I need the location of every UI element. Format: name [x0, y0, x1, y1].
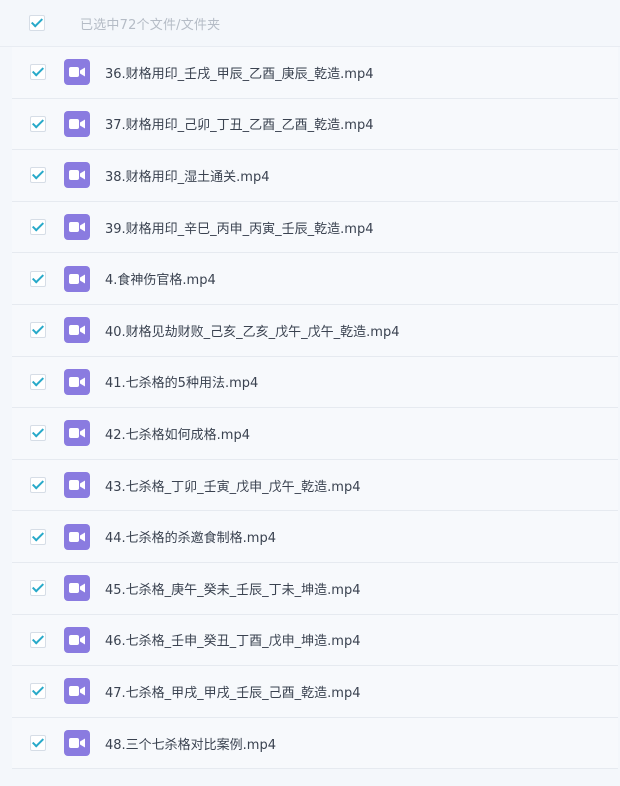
file-name[interactable]: 43.七杀格_丁卯_壬寅_戊申_戊午_乾造.mp4 [105, 476, 361, 495]
file-row[interactable]: 37.财格用印_己卯_丁丑_乙酉_乙酉_乾造.mp4 [12, 98, 618, 151]
video-file-icon [64, 265, 90, 292]
file-checkbox[interactable] [30, 270, 46, 287]
file-row[interactable]: 44.七杀格的杀邀食制格.mp4 [12, 511, 618, 563]
file-name[interactable]: 36.财格用印_壬戌_甲辰_乙酉_庚辰_乾造.mp4 [105, 63, 374, 82]
file-name[interactable]: 38.财格用印_湿土通关.mp4 [105, 166, 270, 185]
selection-header: 已选中72个文件/文件夹 [0, 0, 620, 47]
file-row[interactable]: 42.七杀格如何成格.mp4 [12, 408, 618, 460]
file-list: 36.财格用印_壬戌_甲辰_乙酉_庚辰_乾造.mp4 37.财格用印_己卯_丁丑_… [12, 47, 618, 770]
file-list-panel: 已选中72个文件/文件夹 36.财格用印_壬戌_甲辰_乙酉_庚辰_乾造.mp4 3… [0, 0, 620, 786]
video-file-icon [64, 368, 90, 395]
video-file-icon [64, 575, 90, 602]
video-file-icon [64, 162, 90, 189]
video-file-icon [64, 110, 90, 137]
file-checkbox[interactable] [30, 219, 46, 236]
video-file-icon [64, 730, 90, 757]
file-name[interactable]: 48.三个七杀格对比案例.mp4 [105, 734, 276, 753]
file-checkbox[interactable] [30, 115, 46, 132]
file-checkbox[interactable] [30, 477, 46, 494]
file-checkbox[interactable] [30, 322, 46, 339]
file-name[interactable]: 39.财格用印_辛巳_丙申_丙寅_壬辰_乾造.mp4 [105, 218, 374, 237]
video-file-icon [64, 214, 90, 241]
video-file-icon [64, 59, 90, 86]
video-file-icon [64, 317, 90, 344]
file-row[interactable]: 38.财格用印_湿土通关.mp4 [12, 150, 618, 202]
file-checkbox[interactable] [30, 64, 46, 81]
video-file-icon [64, 420, 90, 447]
file-row[interactable]: 47.七杀格_甲戌_甲戌_壬辰_己酉_乾造.mp4 [12, 666, 618, 718]
selection-count-text: 已选中72个文件/文件夹 [80, 17, 221, 33]
file-row[interactable]: 46.七杀格_壬申_癸丑_丁酉_戊申_坤造.mp4 [12, 614, 618, 667]
file-row[interactable]: 36.财格用印_壬戌_甲辰_乙酉_庚辰_乾造.mp4 [12, 47, 618, 99]
file-name[interactable]: 46.七杀格_壬申_癸丑_丁酉_戊申_坤造.mp4 [105, 630, 361, 649]
file-name[interactable]: 37.财格用印_己卯_丁丑_乙酉_乙酉_乾造.mp4 [105, 114, 374, 133]
select-all-checkbox[interactable] [29, 15, 45, 31]
file-name[interactable]: 44.七杀格的杀邀食制格.mp4 [105, 527, 276, 546]
file-name[interactable]: 42.七杀格如何成格.mp4 [105, 424, 250, 443]
file-checkbox[interactable] [30, 580, 46, 597]
file-row[interactable]: 39.财格用印_辛巳_丙申_丙寅_壬辰_乾造.mp4 [12, 201, 618, 254]
file-checkbox[interactable] [30, 528, 46, 545]
file-row[interactable]: 45.七杀格_庚午_癸未_壬辰_丁未_坤造.mp4 [12, 562, 618, 615]
file-checkbox[interactable] [30, 373, 46, 390]
file-row[interactable]: 41.七杀格的5种用法.mp4 [12, 356, 618, 409]
file-name[interactable]: 4.食神伤官格.mp4 [105, 269, 216, 288]
video-file-icon [64, 626, 90, 653]
video-file-icon [64, 523, 90, 550]
file-name[interactable]: 40.财格见劫财败_己亥_乙亥_戊午_戊午_乾造.mp4 [105, 321, 400, 340]
file-row[interactable]: 43.七杀格_丁卯_壬寅_戊申_戊午_乾造.mp4 [12, 459, 618, 512]
video-file-icon [64, 678, 90, 705]
file-name[interactable]: 41.七杀格的5种用法.mp4 [105, 372, 258, 391]
file-checkbox[interactable] [30, 683, 46, 700]
video-file-icon [64, 472, 90, 499]
file-checkbox[interactable] [30, 167, 46, 184]
file-checkbox[interactable] [30, 425, 46, 442]
file-row[interactable]: 40.财格见劫财败_己亥_乙亥_戊午_戊午_乾造.mp4 [12, 304, 618, 357]
file-name[interactable]: 47.七杀格_甲戌_甲戌_壬辰_己酉_乾造.mp4 [105, 682, 361, 701]
file-row[interactable]: 4.食神伤官格.mp4 [12, 253, 618, 305]
file-name[interactable]: 45.七杀格_庚午_癸未_壬辰_丁未_坤造.mp4 [105, 579, 361, 598]
file-row[interactable]: 48.三个七杀格对比案例.mp4 [12, 717, 618, 770]
file-checkbox[interactable] [30, 735, 46, 752]
file-checkbox[interactable] [30, 631, 46, 648]
